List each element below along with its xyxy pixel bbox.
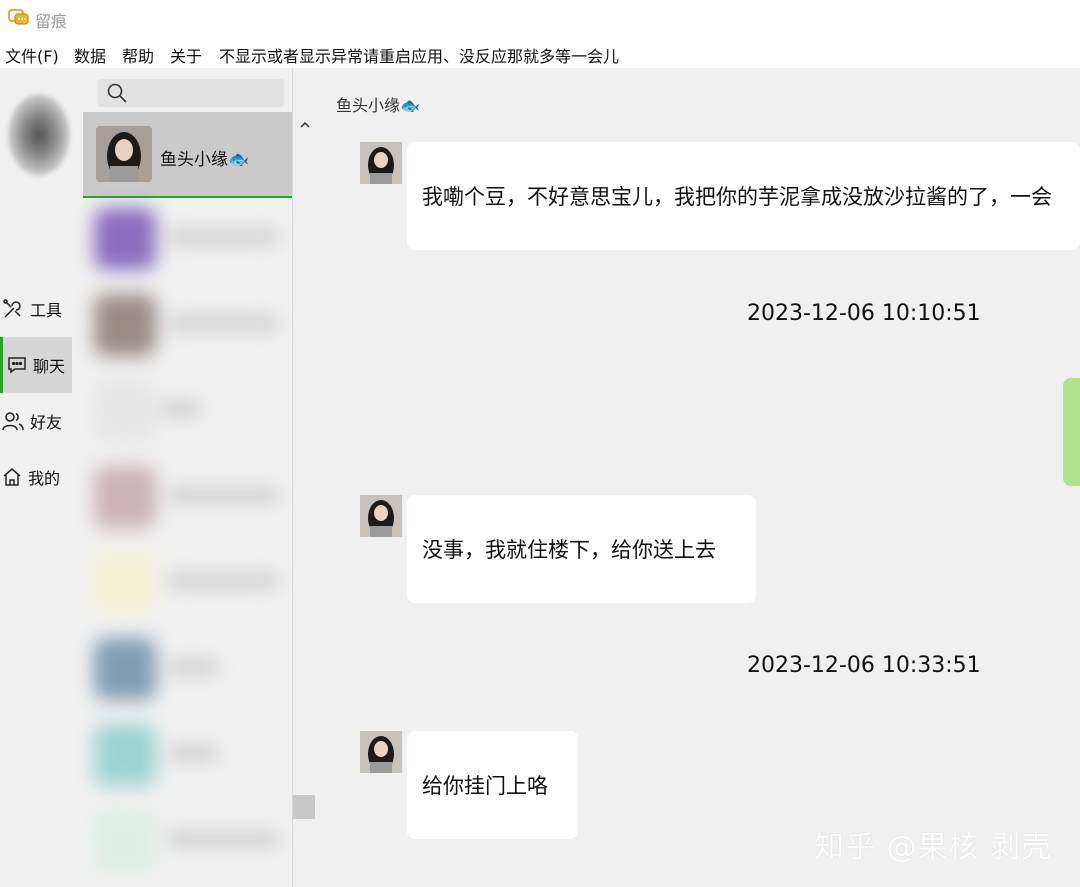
nav-friends[interactable]: 好友	[0, 393, 72, 449]
menu-data[interactable]: 数据	[74, 43, 106, 67]
contact-list: 鱼头小缘🐟	[83, 68, 315, 887]
main-content: 工具 聊天 好友 我的 鱼头小缘🐟 鱼头小缘🐟 我嘞个豆，不好意思宝儿，我把你的…	[0, 68, 1080, 887]
contact-item-active[interactable]: 鱼头小缘🐟	[83, 112, 292, 198]
message-timestamp: 2023-12-06 10:33:51	[747, 653, 981, 678]
user-avatar[interactable]	[8, 94, 70, 176]
title-bar: 留痕	[0, 0, 1080, 38]
home-icon	[3, 468, 21, 486]
watermark: 知乎 @果核 剥壳	[814, 830, 1053, 865]
nav-chat[interactable]: 聊天	[0, 337, 72, 393]
search-icon	[107, 83, 127, 103]
menu-notice[interactable]: 不显示或者显示异常请重启应用、没反应那就多等一会儿	[219, 43, 619, 67]
nav-friends-label: 好友	[30, 413, 63, 432]
search-input[interactable]	[98, 79, 284, 107]
message-avatar[interactable]	[360, 731, 402, 773]
chat-panel: 鱼头小缘🐟 我嘞个豆，不好意思宝儿，我把你的芋泥拿成没放沙拉酱的了，一会 202…	[316, 68, 1080, 887]
nav-me[interactable]: 我的	[0, 449, 72, 505]
list-item[interactable]	[90, 372, 288, 452]
list-item[interactable]	[90, 802, 288, 882]
friends-icon	[2, 412, 24, 431]
message-avatar[interactable]	[360, 142, 402, 184]
menu-help[interactable]: 帮助	[122, 43, 154, 67]
scroll-up-icon[interactable]	[298, 118, 312, 132]
app-logo-icon	[8, 8, 30, 28]
nav-tools-label: 工具	[30, 301, 63, 320]
scrollbar-thumb[interactable]	[293, 795, 315, 819]
chat-title: 鱼头小缘🐟	[336, 96, 420, 115]
list-item[interactable]	[90, 544, 288, 624]
message-timestamp: 2023-12-06 10:10:51	[747, 301, 981, 326]
nav-chat-label: 聊天	[33, 357, 66, 376]
message-bubble[interactable]: 给你挂门上咯	[407, 731, 578, 839]
list-item[interactable]	[90, 630, 288, 710]
message-avatar[interactable]	[360, 495, 402, 537]
menu-bar: 文件(F) 数据 帮助 关于 不显示或者显示异常请重启应用、没反应那就多等一会儿	[0, 38, 1080, 68]
menu-file[interactable]: 文件(F)	[5, 43, 59, 67]
column-divider	[292, 68, 293, 887]
menu-about[interactable]: 关于	[170, 43, 202, 67]
chat-icon	[8, 357, 26, 374]
tools-icon	[3, 299, 21, 318]
contact-name: 鱼头小缘🐟	[160, 150, 250, 170]
app-title: 留痕	[35, 12, 68, 31]
list-item[interactable]	[90, 286, 288, 366]
self-message-bubble[interactable]	[1063, 378, 1080, 486]
message-bubble[interactable]: 没事，我就住楼下，给你送上去	[407, 495, 756, 603]
list-item[interactable]	[90, 716, 288, 796]
list-item[interactable]	[90, 458, 288, 538]
side-nav: 工具 聊天 好友 我的	[0, 68, 73, 887]
list-item[interactable]	[90, 200, 288, 280]
nav-tools[interactable]: 工具	[0, 281, 72, 337]
message-bubble[interactable]: 我嘞个豆，不好意思宝儿，我把你的芋泥拿成没放沙拉酱的了，一会	[407, 142, 1080, 250]
nav-me-label: 我的	[28, 469, 61, 488]
contact-avatar	[96, 126, 152, 182]
